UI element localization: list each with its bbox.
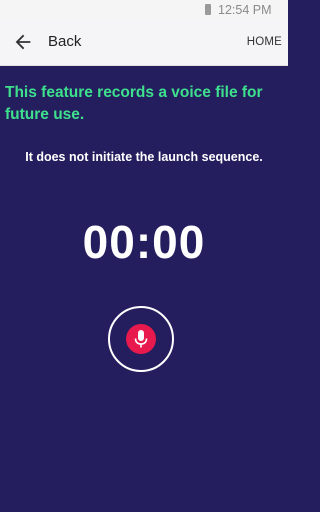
microphone-icon (134, 330, 148, 348)
app-bar: Back HOME (0, 20, 288, 66)
record-button-fill (126, 324, 156, 354)
record-button[interactable] (108, 306, 174, 372)
home-button[interactable]: HOME (247, 36, 282, 48)
recording-timer: 00:00 (82, 216, 206, 268)
feature-description: This feature records a voice file for fu… (5, 84, 263, 123)
back-button[interactable]: Back (48, 33, 81, 50)
battery-icon (205, 4, 211, 15)
launch-note: It does not initiate the launch sequence… (25, 150, 263, 164)
status-bar: 12:54 PM (0, 0, 288, 20)
status-time: 12:54 PM (218, 3, 272, 17)
arrow-left-icon[interactable] (12, 31, 34, 53)
